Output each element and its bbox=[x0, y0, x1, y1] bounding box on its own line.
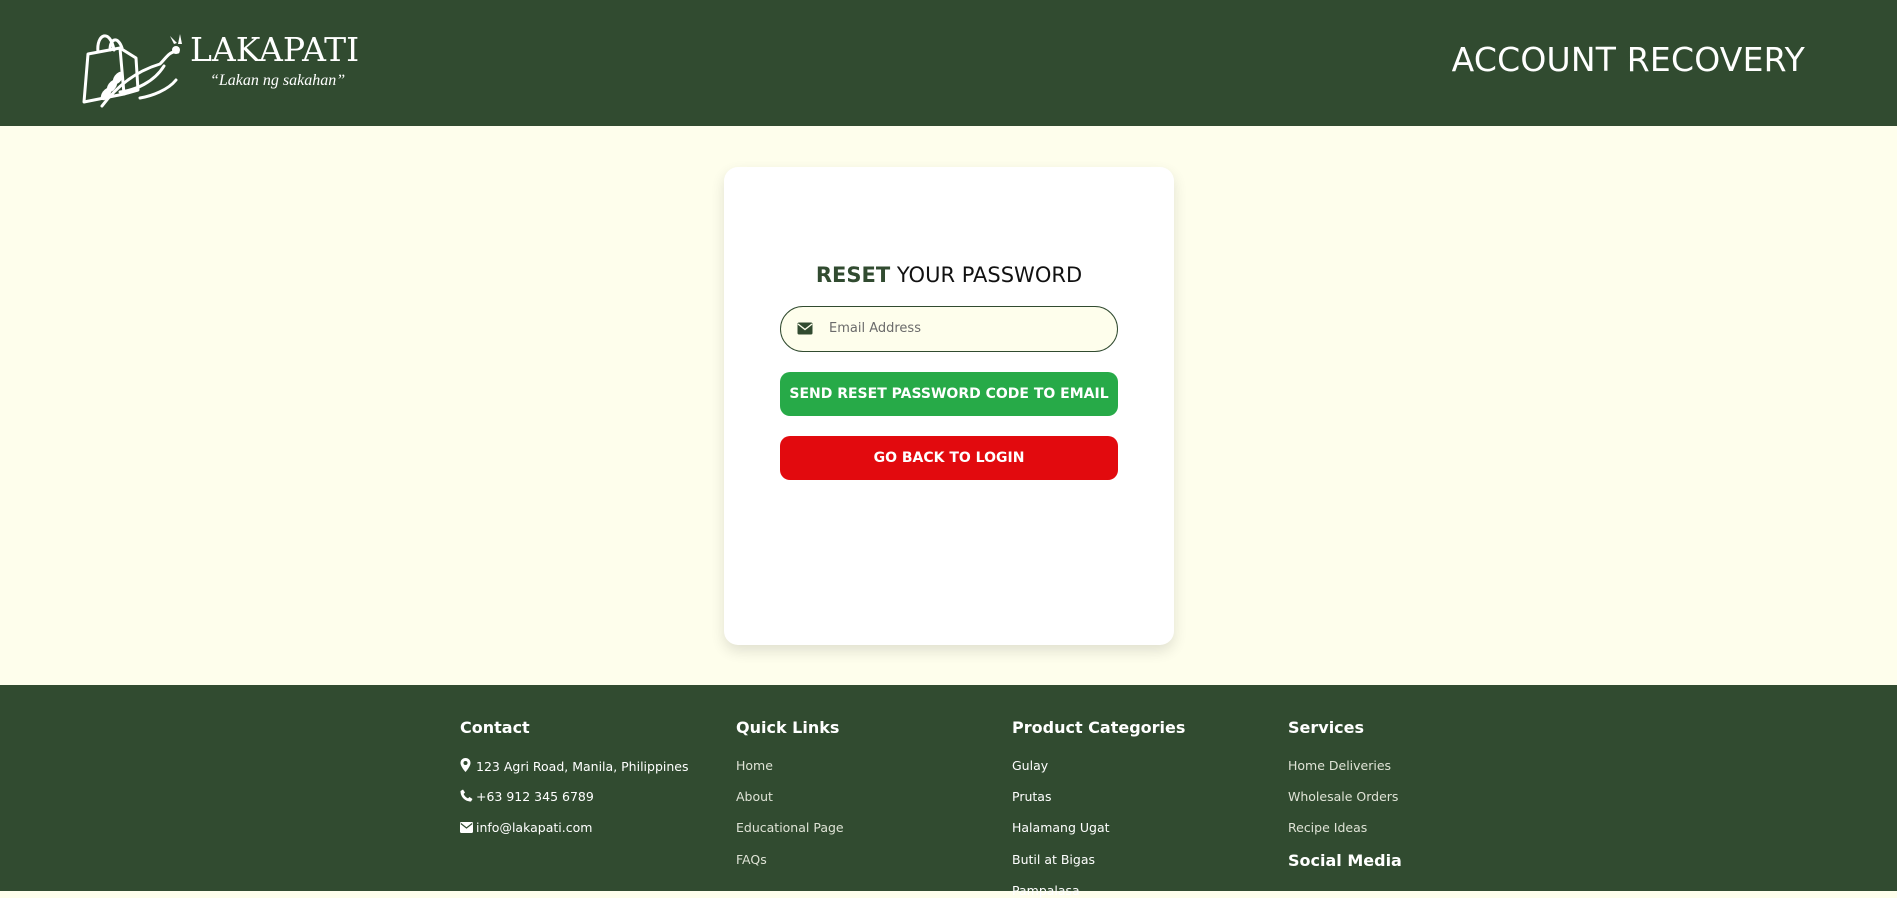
footer-link-faqs[interactable]: FAQs bbox=[736, 852, 767, 867]
email-field[interactable] bbox=[780, 306, 1118, 352]
footer-quick-links-title: Quick Links bbox=[736, 718, 840, 737]
footer-service-recipe-ideas[interactable]: Recipe Ideas bbox=[1288, 820, 1367, 835]
footer-category-butil-at-bigas[interactable]: Butil at Bigas bbox=[1012, 852, 1095, 867]
footer-service-home-deliveries[interactable]: Home Deliveries bbox=[1288, 758, 1391, 773]
footer-category-halamang-ugat[interactable]: Halamang Ugat bbox=[1012, 820, 1110, 835]
envelope-icon bbox=[797, 322, 813, 335]
brand-logo[interactable]: LAKAPATI “Lakan ng sakahan” bbox=[80, 20, 360, 108]
send-reset-code-button[interactable]: SEND RESET PASSWORD CODE TO EMAIL bbox=[780, 372, 1118, 416]
contact-address: 123 Agri Road, Manila, Philippines bbox=[460, 758, 688, 775]
footer-product-categories-column: Product Categories Gulay Prutas Halamang… bbox=[1012, 718, 1282, 898]
page-heading: ACCOUNT RECOVERY bbox=[1451, 40, 1805, 79]
shopping-bag-bird-logo-icon bbox=[82, 34, 182, 108]
contact-phone-text: +63 912 345 6789 bbox=[476, 789, 594, 804]
contact-email[interactable]: info@lakapati.com bbox=[460, 820, 592, 836]
footer-link-educational-page[interactable]: Educational Page bbox=[736, 820, 844, 835]
footer-link-about[interactable]: About bbox=[736, 789, 773, 804]
footer-services-title: Services bbox=[1288, 718, 1365, 737]
back-to-login-button[interactable]: GO BACK TO LOGIN bbox=[780, 436, 1118, 480]
footer-services-column: Services Home Deliveries Wholesale Order… bbox=[1288, 718, 1558, 870]
envelope-icon bbox=[460, 821, 476, 836]
footer-category-prutas[interactable]: Prutas bbox=[1012, 789, 1051, 804]
map-pin-icon bbox=[460, 758, 476, 775]
card-title: RESET YOUR PASSWORD bbox=[724, 263, 1174, 287]
footer-link-home[interactable]: Home bbox=[736, 758, 773, 773]
contact-email-text: info@lakapati.com bbox=[476, 820, 593, 835]
footer-category-gulay[interactable]: Gulay bbox=[1012, 758, 1048, 773]
footer-contact-column: Contact 123 Agri Road, Manila, Philippin… bbox=[460, 718, 730, 835]
footer-product-categories-title: Product Categories bbox=[1012, 718, 1186, 737]
email-input[interactable] bbox=[827, 307, 1107, 350]
footer-contact-title: Contact bbox=[460, 718, 530, 737]
brand-tagline: “Lakan ng sakahan” bbox=[210, 72, 346, 89]
site-footer: Contact 123 Agri Road, Manila, Philippin… bbox=[0, 685, 1897, 898]
site-header: LAKAPATI “Lakan ng sakahan” ACCOUNT RECO… bbox=[0, 0, 1897, 126]
card-title-rest: YOUR PASSWORD bbox=[890, 263, 1083, 287]
card-title-accent: RESET bbox=[815, 263, 891, 287]
phone-icon bbox=[460, 789, 476, 805]
footer-service-wholesale-orders[interactable]: Wholesale Orders bbox=[1288, 789, 1398, 804]
brand-name: LAKAPATI bbox=[190, 30, 360, 69]
footer-quick-links-column: Quick Links Home About Educational Page … bbox=[736, 718, 1006, 867]
footer-social-media-title: Social Media bbox=[1288, 851, 1402, 870]
contact-phone: +63 912 345 6789 bbox=[460, 789, 594, 805]
contact-address-text: 123 Agri Road, Manila, Philippines bbox=[476, 759, 689, 774]
reset-password-card: RESET YOUR PASSWORD SEND RESET PASSWORD … bbox=[724, 167, 1174, 645]
